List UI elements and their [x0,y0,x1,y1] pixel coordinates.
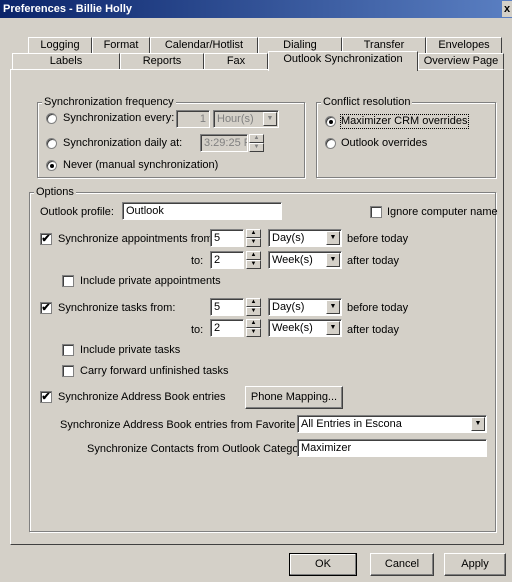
ok-button[interactable]: OK [289,553,357,576]
chevron-down-icon[interactable]: ▼ [326,253,340,267]
tab-fax[interactable]: Fax [204,53,268,70]
sync-tasks-label: Synchronize tasks from: [58,302,176,314]
tasks-from-unit-select[interactable]: Day(s) ▼ [268,298,342,316]
carry-forward-label: Carry forward unfinished tasks [80,365,229,377]
spin-down-icon[interactable]: ▼ [246,238,261,247]
tasks-to-spinner[interactable]: ▲ ▼ [246,319,261,337]
sync-tasks-checkbox[interactable]: ✔ [40,302,52,314]
spin-down-icon[interactable]: ▼ [246,328,261,337]
chevron-down-icon[interactable]: ▼ [326,231,340,245]
spin-up-icon[interactable]: ▲ [246,298,261,307]
spin-up-icon[interactable]: ▲ [246,319,261,328]
sync-address-book-label: Synchronize Address Book entries [58,391,226,403]
appointments-to-input[interactable]: 2 [210,251,244,269]
appointments-from-unit-value: Day(s) [272,232,305,244]
spin-down-icon[interactable]: ▼ [249,143,264,152]
tasks-from-unit-value: Day(s) [272,301,305,313]
tasks-from-input[interactable]: 5 [210,298,244,316]
sync-never-label: Never (manual synchronization) [63,159,219,171]
appointments-to-label: to: [191,255,204,267]
conflict-outlook-radio[interactable] [325,138,336,149]
sync-every-radio[interactable] [46,113,57,124]
sync-daily-time-input[interactable]: 3:29:25 PM [200,134,248,152]
chevron-down-icon[interactable]: ▼ [263,112,277,126]
favorite-list-value: All Entries in Escona [301,418,402,430]
outlook-category-input[interactable]: Maximizer [297,439,487,457]
tab-outlook-synchronization[interactable]: Outlook Synchronization [268,51,418,71]
chevron-down-icon[interactable]: ▼ [471,417,485,431]
outlook-profile-label: Outlook profile: [40,206,114,218]
tasks-to-suffix: after today [347,324,399,336]
private-appointments-checkbox[interactable] [62,275,74,287]
tab-reports[interactable]: Reports [120,53,204,70]
sync-daily-label: Synchronization daily at: [63,137,183,149]
sync-address-book-checkbox[interactable]: ✔ [40,391,52,403]
sync-every-unit-select[interactable]: Hour(s) ▼ [213,110,279,128]
tab-labels[interactable]: Labels [12,53,120,70]
ignore-computer-checkbox[interactable] [370,206,382,218]
private-tasks-label: Include private tasks [80,344,181,356]
appointments-from-input[interactable]: 5 [210,229,244,247]
appointments-from-unit-select[interactable]: Day(s) ▼ [268,229,342,247]
ignore-computer-label: Ignore computer name [387,206,498,218]
sync-every-input[interactable]: 1 [176,110,210,128]
conflict-maximizer-radio[interactable] [325,116,336,127]
sync-frequency-legend: Synchronization frequency [42,96,176,108]
window-title: Preferences - Billie Holly [3,3,132,15]
appointments-from-spinner[interactable]: ▲ ▼ [246,229,261,247]
sync-appointments-checkbox[interactable]: ✔ [40,233,52,245]
tasks-from-spinner[interactable]: ▲ ▼ [246,298,261,316]
tasks-to-unit-select[interactable]: Week(s) ▼ [268,319,342,337]
spin-up-icon[interactable]: ▲ [246,251,261,260]
tab-logging[interactable]: Logging [28,37,92,54]
spin-up-icon[interactable]: ▲ [249,134,264,143]
conflict-resolution-legend: Conflict resolution [321,96,413,108]
tasks-to-input[interactable]: 2 [210,319,244,337]
outlook-profile-input[interactable]: Outlook [122,202,282,220]
private-appointments-label: Include private appointments [80,275,221,287]
sync-every-unit-value: Hour(s) [217,113,254,125]
apply-button[interactable]: Apply [444,553,506,576]
appointments-to-unit-value: Week(s) [272,254,313,266]
conflict-outlook-label: Outlook overrides [341,137,428,149]
conflict-maximizer-label: Maximizer CRM overrides [340,114,469,129]
tab-calendar-hotlist[interactable]: Calendar/Hotlist [150,37,258,54]
favorite-list-select[interactable]: All Entries in Escona ▼ [297,415,487,433]
carry-forward-checkbox[interactable] [62,365,74,377]
title-bar: Preferences - Billie Holly [0,0,512,18]
sync-every-label: Synchronization every: [63,112,175,124]
tab-format[interactable]: Format [92,37,150,54]
private-tasks-checkbox[interactable] [62,344,74,356]
tab-envelopes[interactable]: Envelopes [426,37,502,54]
appointments-from-suffix: before today [347,233,409,245]
outlook-category-label: Synchronize Contacts from Outlook Catego… [87,443,311,455]
spin-down-icon[interactable]: ▼ [246,260,261,269]
sync-appointments-label: Synchronize appointments from: [58,233,216,245]
sync-daily-spinner[interactable]: ▲ ▼ [249,134,264,152]
spin-down-icon[interactable]: ▼ [246,307,261,316]
tab-overview-page[interactable]: Overview Page [418,53,504,70]
favorite-list-label: Synchronize Address Book entries from Fa… [60,419,319,431]
options-legend: Options [34,186,76,198]
sync-daily-radio[interactable] [46,138,57,149]
tasks-from-suffix: before today [347,302,409,314]
chevron-down-icon[interactable]: ▼ [326,300,340,314]
appointments-to-suffix: after today [347,255,399,267]
phone-mapping-button[interactable]: Phone Mapping... [245,386,343,409]
spin-up-icon[interactable]: ▲ [246,229,261,238]
sync-never-radio[interactable] [46,160,57,171]
close-icon[interactable]: x [502,1,512,17]
chevron-down-icon[interactable]: ▼ [326,321,340,335]
cancel-button[interactable]: Cancel [370,553,434,576]
tasks-to-label: to: [191,324,204,336]
appointments-to-spinner[interactable]: ▲ ▼ [246,251,261,269]
appointments-to-unit-select[interactable]: Week(s) ▼ [268,251,342,269]
tasks-to-unit-value: Week(s) [272,322,313,334]
